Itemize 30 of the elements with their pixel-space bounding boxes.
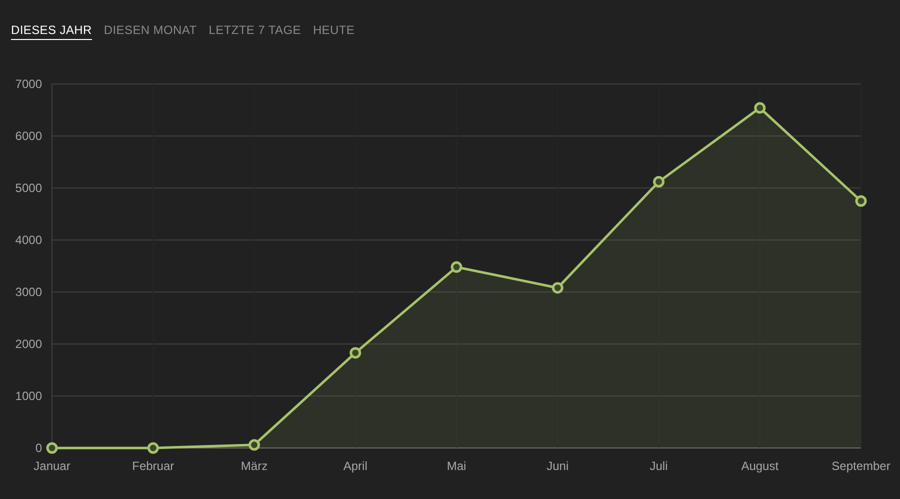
axis-label: 1000 [15,389,42,403]
axis-label: Juni [546,459,569,473]
axis-label: August [741,459,779,473]
period-tab[interactable]: DIESEN MONAT [104,22,197,40]
axis-label: März [240,459,268,473]
data-point [450,261,462,273]
data-point [147,442,159,454]
axis-label: 5000 [15,181,42,195]
data-point [653,176,664,188]
axis-label: Mai [446,459,466,473]
period-tab[interactable]: LETZTE 7 TAGE [208,22,301,40]
period-tab[interactable]: DIESES JAHR [11,22,92,40]
axis-label: 7000 [15,77,42,91]
axis-label: April [343,459,368,473]
data-point [248,439,260,451]
data-point [855,195,867,207]
axis-label: 2000 [15,337,42,351]
axis-label: 4000 [15,233,42,247]
data-point [552,282,564,294]
axis-label: September [832,459,890,473]
axis-label: 0 [35,441,42,455]
axis-label: 6000 [15,129,42,143]
data-point [754,102,766,114]
axis-label: Januar [34,459,70,473]
axis-label: Februar [132,459,174,473]
data-point [46,442,58,454]
period-tab[interactable]: HEUTE [312,22,355,40]
data-point [350,347,362,359]
axis-label: 3000 [15,285,42,299]
axis-label: Juli [650,459,668,473]
